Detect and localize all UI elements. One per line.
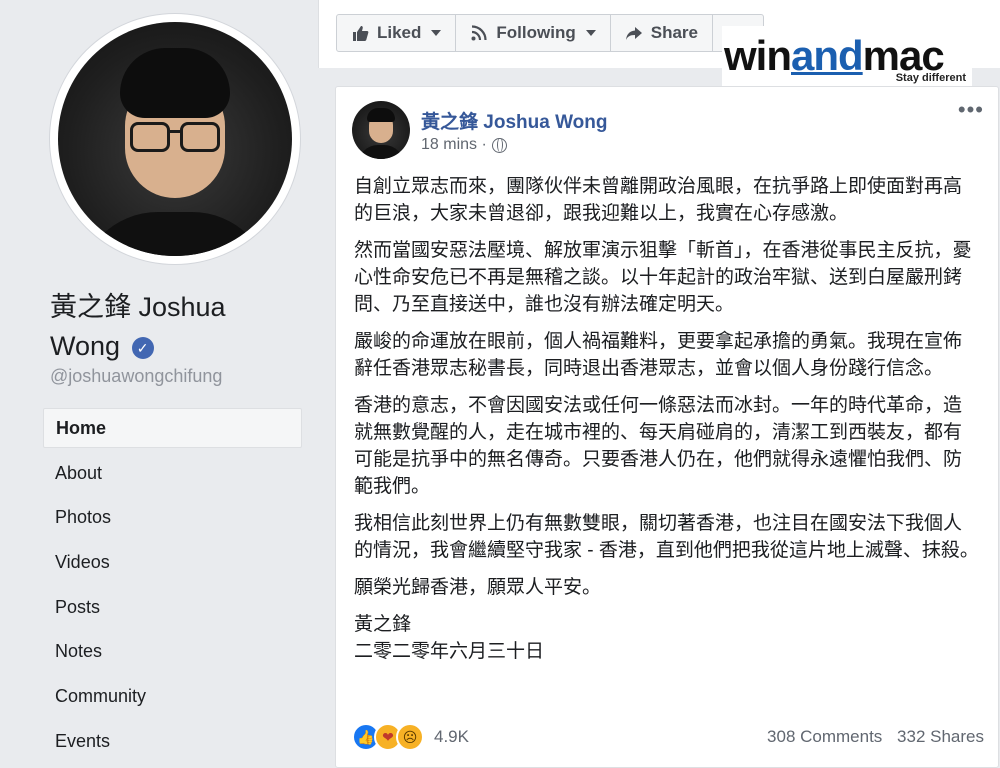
nav-item-about[interactable]: About <box>43 453 302 493</box>
post-timestamp[interactable]: 18 mins · <box>421 136 487 154</box>
globe-icon <box>491 137 507 153</box>
sad-reaction-icon: ☹ <box>396 723 424 751</box>
post-footer: 👍 ❤ ☹ 4.9K 308 Comments 332 Shares <box>352 723 984 753</box>
watermark-tagline: Stay different <box>895 72 966 84</box>
rss-icon <box>471 25 488 41</box>
following-label: Following <box>496 23 576 42</box>
nav-item-home[interactable]: Home <box>43 408 302 448</box>
post-paragraph: 願榮光歸香港，願眾人平安。 <box>354 577 602 598</box>
post-signature-name: 黃之鋒 <box>354 614 412 635</box>
page-title-line1: 黃之鋒 Joshua <box>50 292 226 322</box>
post-options-icon[interactable]: ••• <box>958 99 984 121</box>
nav-item-notes[interactable]: Notes <box>43 631 302 671</box>
share-label: Share <box>650 23 698 42</box>
action-buttons: Liked Following Share <box>336 14 764 52</box>
page-sidebar: 黃之鋒 Joshua Wong ✓ @joshuawongchifung Hom… <box>0 0 318 768</box>
liked-label: Liked <box>377 23 422 42</box>
liked-button[interactable]: Liked <box>336 14 457 52</box>
post-paragraph: 嚴峻的命運放在眼前，個人禍福難料，更要拿起承擔的勇氣。我現在宣佈辭任香港眾志秘書… <box>354 331 963 379</box>
post-signature-date: 二零二零年六月三十日 <box>354 641 545 662</box>
verified-badge-icon: ✓ <box>131 337 154 359</box>
shares-count[interactable]: 332 Shares <box>897 727 984 746</box>
post-meta: 18 mins · <box>421 136 507 154</box>
share-button[interactable]: Share <box>609 14 713 52</box>
page-title[interactable]: 黃之鋒 Joshua Wong ✓ <box>50 288 290 366</box>
nav-item-posts[interactable]: Posts <box>43 587 302 627</box>
page-nav: Home About Photos Videos Posts Notes Com… <box>43 408 302 766</box>
comments-count[interactable]: 308 Comments <box>767 727 882 746</box>
post-paragraph: 我相信此刻世界上仍有無數雙眼，關切著香港，也注目在國安法下我個人的情況，我會繼續… <box>354 513 979 561</box>
profile-picture[interactable] <box>50 14 300 264</box>
nav-item-photos[interactable]: Photos <box>43 497 302 537</box>
post-author-name[interactable]: 黃之鋒 Joshua Wong <box>421 107 607 134</box>
following-button[interactable]: Following <box>455 14 611 52</box>
post-paragraph: 然而當國安惡法壓境、解放軍演示狙擊「斬首」，在香港從事民主反抗，憂心性命安危已不… <box>354 240 972 315</box>
nav-item-videos[interactable]: Videos <box>43 542 302 582</box>
thumbs-up-icon <box>353 26 369 41</box>
reaction-icons[interactable]: 👍 ❤ ☹ <box>352 723 424 751</box>
share-arrow-icon <box>625 27 642 40</box>
post-paragraph: 自創立眾志而來，團隊伙伴未曾離開政治風眼，在抗爭路上即使面對再高的巨浪，大家未曾… <box>354 176 963 224</box>
watermark-logo: winandmac Stay different <box>722 26 972 90</box>
reaction-count[interactable]: 4.9K <box>434 727 469 747</box>
page-handle[interactable]: @joshuawongchifung <box>50 366 222 387</box>
chevron-down-icon <box>585 30 596 36</box>
post-card: 黃之鋒 Joshua Wong 18 mins · ••• 自創立眾志而來，團隊… <box>335 86 999 768</box>
post-body: 自創立眾志而來，團隊伙伴未曾離開政治風眼，在抗爭路上即使面對再高的巨浪，大家未曾… <box>354 173 979 665</box>
post-stats: 308 Comments 332 Shares <box>767 727 984 747</box>
post-paragraph: 香港的意志，不會因國安法或任何一條惡法而冰封。一年的時代革命，造就無數覺醒的人，… <box>354 395 963 497</box>
chevron-down-icon <box>431 30 442 36</box>
post-author-avatar[interactable] <box>352 101 410 159</box>
page-title-line2: Wong <box>50 331 121 361</box>
profile-photo <box>58 22 292 256</box>
nav-item-events[interactable]: Events <box>43 721 302 761</box>
nav-item-community[interactable]: Community <box>43 676 302 716</box>
